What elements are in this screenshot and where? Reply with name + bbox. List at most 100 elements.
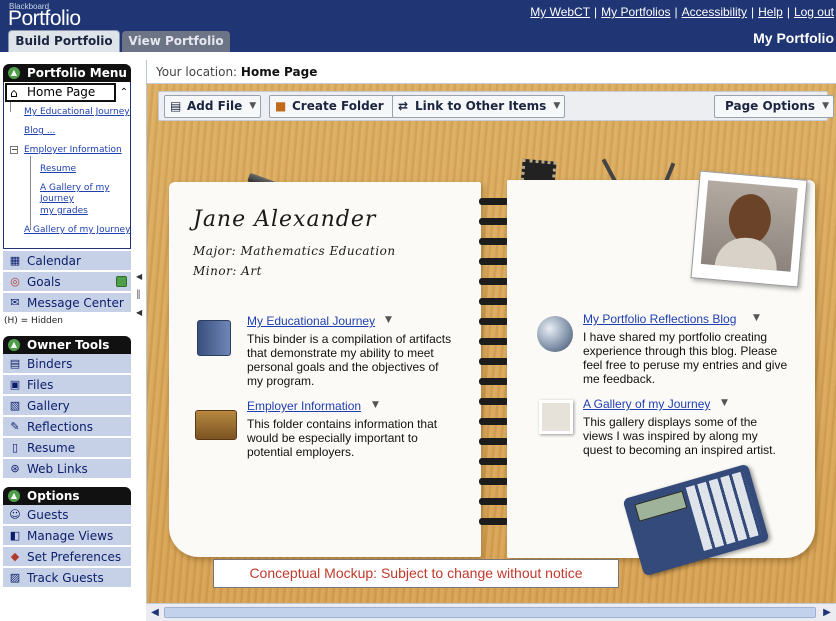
goals-status-icon [116, 276, 127, 287]
photo-gallery-icon[interactable] [539, 400, 573, 434]
nav-gallery[interactable]: ▧ Gallery [3, 396, 131, 416]
portfolio-menu-tree: ⌂ Home Page ⌃ My Educational Journey Blo… [3, 82, 131, 249]
tree-connector [10, 102, 11, 112]
nav-track-guests-label: Track Guests [27, 571, 104, 585]
my-portfolios-link[interactable]: My Portfolios [601, 5, 670, 19]
file-icon: ▤ [170, 99, 182, 113]
menu-item-gallery[interactable]: A Gallery of my Journey [40, 183, 110, 205]
mockup-notice: Conceptual Mockup: Subject to change wit… [213, 559, 619, 588]
nav-goals[interactable]: ◎ Goals [3, 272, 131, 292]
link-separator: | [751, 5, 755, 19]
menu-item-employer-information[interactable]: Employer Information [24, 145, 122, 156]
spiral-ring [479, 298, 509, 305]
scroll-right-arrow-icon[interactable]: ▶ [819, 605, 835, 620]
nav-files-label: Files [27, 378, 54, 392]
calculator-screen [634, 490, 688, 522]
collapse-arrow-icon[interactable]: ▲ [8, 339, 20, 351]
add-file-button[interactable]: ▤ Add File ▼ [164, 95, 262, 118]
nav-web-links-label: Web Links [27, 462, 88, 476]
link-other-items-button[interactable]: ⇄ Link to Other Items ▼ [392, 95, 566, 118]
double-chevron-up-icon[interactable]: ⌃ [118, 83, 130, 102]
owner-tools-title: Owner Tools [27, 338, 110, 352]
nav-binders[interactable]: ▤ Binders [3, 354, 131, 374]
spiral-ring [479, 378, 509, 385]
spiral-ring [479, 218, 509, 225]
profile-minor: Minor: Art [193, 264, 262, 278]
item-options-dropdown-icon[interactable]: ▼ [721, 398, 728, 408]
guests-icon: ☺ [9, 508, 21, 521]
app-header: Blackboard Portfolio My WebCT | My Portfol… [0, 0, 836, 52]
location-label: Your location: [156, 65, 238, 79]
nav-gallery-label: Gallery [27, 399, 70, 413]
item-options-dropdown-icon[interactable]: ▼ [385, 315, 392, 325]
link-other-items-label: Link to Other Items [415, 99, 547, 113]
menu-item-blog[interactable]: Blog ... [24, 126, 55, 137]
owner-tools-header[interactable]: ▲ Owner Tools [3, 336, 131, 354]
nav-goals-label: Goals [27, 275, 61, 289]
nav-reflections[interactable]: ✎ Reflections [3, 417, 131, 437]
web-link-icon: ⊛ [10, 462, 20, 475]
employer-information-link[interactable]: Employer Information [247, 399, 361, 413]
menu-item-gallery-2[interactable]: A Gallery of my Journey [24, 225, 130, 236]
collapse-arrow-icon[interactable]: ▲ [8, 67, 20, 79]
avatar-shoulders [713, 235, 780, 272]
gallery-journey-description: This gallery displays some of the views … [583, 415, 776, 457]
briefcase-icon[interactable] [195, 410, 237, 440]
page-options-button[interactable]: Page Options ▼ [714, 95, 835, 118]
create-folder-button[interactable]: ■ Create Folder [269, 95, 403, 118]
dropdown-icon: ▼ [553, 101, 561, 111]
menu-item-my-grades[interactable]: my grades [40, 206, 88, 217]
accessibility-link[interactable]: Accessibility [682, 5, 747, 19]
nav-track-guests[interactable]: ▨ Track Guests [3, 568, 131, 588]
tab-view-portfolio[interactable]: View Portfolio [122, 31, 230, 52]
globe-icon[interactable] [537, 316, 573, 352]
spiral-ring [479, 438, 509, 445]
nav-web-links[interactable]: ⊛ Web Links [3, 459, 131, 479]
scrollbar-thumb[interactable] [164, 607, 816, 618]
spiral-ring [479, 318, 509, 325]
create-folder-label: Create Folder [292, 99, 384, 113]
main-content: Your location: Home Page ▤ Add File ▼ ■ Cre… [146, 60, 836, 621]
add-file-label: Add File [187, 99, 243, 113]
spiral-ring [479, 238, 509, 245]
nav-guests[interactable]: ☺ Guests [3, 505, 131, 525]
gallery-icon: ▧ [9, 399, 21, 412]
sidebar-splitter[interactable]: ◀ ║ ◀ [136, 272, 144, 322]
item-options-dropdown-icon[interactable]: ▼ [753, 313, 760, 323]
options-header[interactable]: ▲ Options [3, 487, 131, 505]
nav-resume[interactable]: ▯ Resume [3, 438, 131, 458]
my-webct-link[interactable]: My WebCT [530, 5, 590, 19]
tab-build-portfolio[interactable]: Build Portfolio [8, 30, 120, 52]
location-value: Home Page [240, 65, 318, 79]
dropdown-icon: ▼ [249, 101, 257, 111]
menu-item-home-page[interactable]: ⌂ Home Page [5, 83, 116, 102]
nav-calendar[interactable]: ▦ Calendar [3, 251, 131, 271]
binder-icon[interactable] [197, 320, 231, 356]
menu-item-educational-journey[interactable]: My Educational Journey [24, 107, 130, 118]
nav-manage-views[interactable]: ◧ Manage Views [3, 526, 131, 546]
dropdown-icon: ▼ [822, 101, 830, 111]
horizontal-scrollbar[interactable]: ◀ ▶ [146, 603, 836, 621]
gallery-journey-link[interactable]: A Gallery of my Journey [583, 397, 710, 411]
nav-files[interactable]: ▣ Files [3, 375, 131, 395]
link-separator: | [674, 5, 678, 19]
top-links: My WebCT | My Portfolios | Accessibility | Hel… [530, 5, 834, 19]
log-out-link[interactable]: Log out [794, 5, 834, 19]
scroll-left-arrow-icon[interactable]: ◀ [147, 605, 163, 620]
folder-icon: ■ [275, 99, 287, 113]
help-link[interactable]: Help [758, 5, 783, 19]
reflections-blog-link[interactable]: My Portfolio Reflections Blog [583, 312, 736, 326]
collapse-arrow-icon[interactable]: ▲ [8, 490, 20, 502]
nav-manage-views-label: Manage Views [27, 529, 114, 543]
nav-set-preferences[interactable]: ◆ Set Preferences [3, 547, 131, 567]
employer-information-description: This folder contains information that wo… [247, 417, 438, 459]
tree-expand-icon[interactable]: − [10, 146, 18, 154]
item-options-dropdown-icon[interactable]: ▼ [372, 400, 379, 410]
portfolio-menu-header[interactable]: ▲ Portfolio Menu [3, 64, 131, 82]
nav-message-center[interactable]: ✉ Message Center [3, 293, 131, 313]
calendar-icon: ▦ [9, 254, 21, 267]
menu-item-resume[interactable]: Resume [40, 164, 76, 175]
educational-journey-link[interactable]: My Educational Journey [247, 314, 375, 328]
files-icon: ▣ [9, 378, 21, 391]
tree-connector [30, 156, 31, 230]
